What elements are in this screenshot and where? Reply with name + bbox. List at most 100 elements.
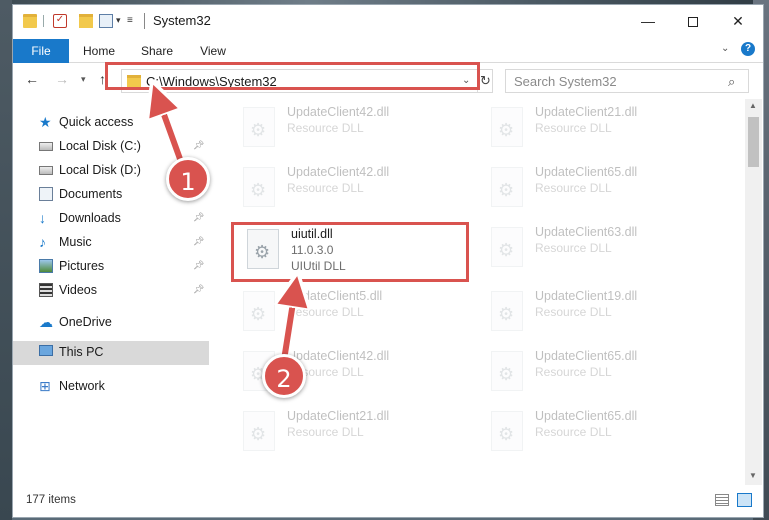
properties-check-icon[interactable]: ✓ <box>53 14 67 28</box>
file-name: UpdateClient65.dll <box>535 165 638 179</box>
scroll-up-icon[interactable]: ▲ <box>749 101 757 110</box>
customize-icon[interactable] <box>99 14 113 28</box>
file-item[interactable]: UpdateClient65.dll Resource DLL <box>487 347 727 407</box>
navigation-pane: ★ Quick access Local Disk (C:) 📌︎ Local … <box>13 99 209 485</box>
videos-icon <box>39 283 53 297</box>
back-arrow-icon[interactable]: ← <box>25 71 39 87</box>
file-item[interactable]: UpdateClient63.dll Resource DLL <box>487 223 727 283</box>
pictures-icon <box>39 259 53 273</box>
sidebar-item-music[interactable]: ♪ Music 📌︎ <box>13 231 209 253</box>
file-description: Resource DLL <box>287 121 364 135</box>
sidebar-item-local-disk-c[interactable]: Local Disk (C:) 📌︎ <box>13 135 209 157</box>
title-separator <box>144 13 145 29</box>
tab-share[interactable]: Share <box>135 39 179 63</box>
search-placeholder: Search System32 <box>514 74 617 89</box>
maximize-button[interactable] <box>670 5 716 37</box>
sidebar-item-label: Documents <box>59 187 123 201</box>
file-description: Resource DLL <box>535 425 612 439</box>
sidebar-item-onedrive[interactable]: ☁ OneDrive <box>13 311 209 333</box>
recent-locations-icon[interactable]: ▾ <box>81 74 86 85</box>
tab-file[interactable]: File <box>13 39 69 63</box>
maximize-icon <box>688 17 698 28</box>
folder-icon <box>23 14 37 28</box>
file-item[interactable]: UpdateClient42.dll Resource DLL <box>239 103 479 163</box>
sidebar-item-videos[interactable]: Videos 📌︎ <box>13 279 209 301</box>
pin-icon[interactable]: 📌︎ <box>193 212 204 223</box>
documents-icon <box>39 187 53 201</box>
window-title: System32 <box>153 13 211 28</box>
sidebar-item-label: OneDrive <box>59 315 112 329</box>
sidebar-item-downloads[interactable]: ↓ Downloads 📌︎ <box>13 207 209 229</box>
large-icons-view-icon[interactable] <box>737 493 752 507</box>
file-item[interactable]: UpdateClient21.dll Resource DLL <box>239 407 479 467</box>
sidebar-item-pictures[interactable]: Pictures 📌︎ <box>13 255 209 277</box>
file-description: Resource DLL <box>535 181 612 195</box>
pin-icon[interactable]: 📌︎ <box>193 284 204 295</box>
file-description: Resource DLL <box>287 425 364 439</box>
ribbon-tabs: File Home Share View ⌄ ? <box>13 37 763 63</box>
pin-icon[interactable]: 📌︎ <box>193 236 204 247</box>
sidebar-item-network[interactable]: ⊞ Network <box>13 375 209 397</box>
sidebar-item-this-pc[interactable]: This PC <box>13 341 209 365</box>
dll-file-icon <box>491 291 523 331</box>
dll-file-icon <box>243 167 275 207</box>
customize-quick-access-icon[interactable]: ≡ <box>127 15 133 26</box>
file-name: UpdateClient65.dll <box>535 349 638 363</box>
sidebar-item-label: Music <box>59 235 92 249</box>
details-view-icon[interactable] <box>715 494 729 506</box>
sidebar-item-label: Pictures <box>59 259 105 273</box>
item-count: 177 items <box>26 494 76 506</box>
file-item[interactable]: UpdateClient21.dll Resource DLL <box>487 103 727 163</box>
file-description: Resource DLL <box>535 241 612 255</box>
file-item[interactable]: UpdateClient42.dll Resource DLL <box>239 163 479 223</box>
dll-file-icon <box>243 291 275 331</box>
forward-arrow-icon[interactable]: → <box>55 71 69 87</box>
network-icon: ⊞ <box>39 378 51 394</box>
file-highlight <box>231 222 469 282</box>
pin-icon[interactable]: 📌︎ <box>193 140 204 151</box>
help-icon[interactable]: ? <box>741 42 755 56</box>
scroll-thumb[interactable] <box>748 117 759 167</box>
file-name: UpdateClient42.dll <box>287 105 390 119</box>
dll-file-icon <box>491 227 523 267</box>
dll-file-icon <box>243 107 275 147</box>
file-name: UpdateClient42.dll <box>287 165 390 179</box>
new-folder-icon[interactable] <box>79 14 93 28</box>
tab-view[interactable]: View <box>195 39 231 63</box>
search-input[interactable]: Search System32 ⌕ <box>505 69 749 93</box>
sidebar-item-quick-access[interactable]: ★ Quick access <box>13 111 209 133</box>
file-description: Resource DLL <box>535 121 612 135</box>
dll-file-icon <box>491 107 523 147</box>
file-name: UpdateClient21.dll <box>287 409 390 423</box>
toolbar-separator <box>43 15 44 27</box>
close-button[interactable]: ✕ <box>715 5 761 37</box>
this-pc-icon <box>39 345 53 356</box>
file-description: Resource DLL <box>535 305 612 319</box>
file-item[interactable]: UpdateClient19.dll Resource DLL <box>487 287 727 347</box>
file-item[interactable]: UpdateClient5.dll Resource DLL <box>239 287 479 347</box>
pin-icon[interactable]: 📌︎ <box>193 260 204 271</box>
address-bar-highlight <box>105 62 480 90</box>
dll-file-icon <box>491 167 523 207</box>
sidebar-item-label: Network <box>59 379 105 393</box>
onedrive-icon: ☁ <box>39 314 53 330</box>
scroll-down-icon[interactable]: ▼ <box>749 471 757 480</box>
dll-file-icon <box>243 411 275 451</box>
step-2-badge: 2 <box>262 354 306 398</box>
sidebar-item-label: Videos <box>59 283 97 297</box>
file-description: Resource DLL <box>287 181 364 195</box>
downloads-icon: ↓ <box>39 210 46 226</box>
vertical-scrollbar[interactable]: ▲ ▼ <box>745 99 762 485</box>
sidebar-item-label: This PC <box>59 345 104 359</box>
sidebar-item-label: Downloads <box>59 211 121 225</box>
file-name: UpdateClient19.dll <box>535 289 638 303</box>
file-item[interactable]: UpdateClient65.dll Resource DLL <box>487 407 727 467</box>
expand-ribbon-icon[interactable]: ⌄ <box>721 43 729 54</box>
tab-home[interactable]: Home <box>75 39 123 63</box>
sidebar-item-label: Local Disk (C:) <box>59 139 141 153</box>
file-description: Resource DLL <box>287 305 364 319</box>
chevron-down-icon[interactable]: ▾ <box>116 15 121 26</box>
file-item[interactable]: UpdateClient65.dll Resource DLL <box>487 163 727 223</box>
search-icon[interactable]: ⌕ <box>728 74 735 90</box>
minimize-button[interactable]: — <box>625 5 671 37</box>
